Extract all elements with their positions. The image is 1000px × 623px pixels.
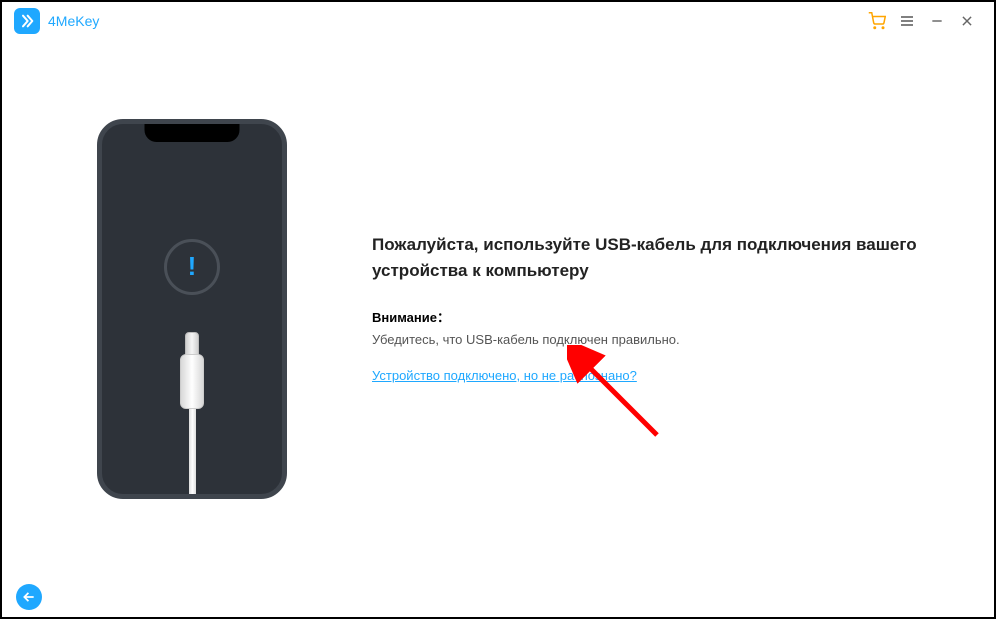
instruction-heading: Пожалуйста, используйте USB-кабель для п… (372, 232, 934, 283)
alert-icon: ! (164, 239, 220, 295)
phone-illustration: ! (42, 119, 342, 499)
usb-cable-icon (180, 332, 204, 494)
app-logo-icon (14, 8, 40, 34)
attention-text: Убедитесь, что USB-кабель подключен прав… (372, 332, 934, 347)
app-window: 4MeKey ! (0, 0, 996, 619)
close-button[interactable] (952, 6, 982, 36)
help-link[interactable]: Устройство подключено, но не распознано? (372, 368, 637, 383)
main-content: ! Пожалуйста, используйте USB-кабель для… (2, 40, 994, 577)
phone-frame: ! (97, 119, 287, 499)
app-title: 4MeKey (48, 13, 99, 29)
back-button[interactable] (16, 584, 42, 610)
minimize-button[interactable] (922, 6, 952, 36)
instruction-panel: Пожалуйста, используйте USB-кабель для п… (342, 232, 954, 385)
phone-notch (145, 124, 240, 142)
cart-icon[interactable] (862, 6, 892, 36)
footer (2, 577, 994, 617)
menu-icon[interactable] (892, 6, 922, 36)
alert-mark: ! (188, 251, 197, 282)
attention-label: Внимание： (372, 307, 934, 326)
titlebar: 4MeKey (2, 2, 994, 40)
